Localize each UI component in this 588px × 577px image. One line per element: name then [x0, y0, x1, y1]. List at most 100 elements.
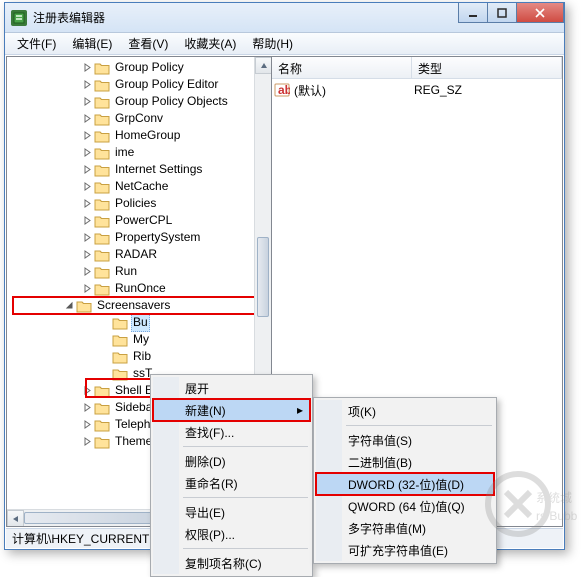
- expander-icon[interactable]: [81, 266, 93, 278]
- expander-icon[interactable]: [81, 164, 93, 176]
- tree-node-runonce[interactable]: RunOnce: [13, 280, 271, 297]
- menu-help[interactable]: 帮助(H): [244, 33, 301, 54]
- folder-icon: [94, 78, 110, 92]
- tree-node-policies[interactable]: Policies: [13, 195, 271, 212]
- tree-node-homegroup[interactable]: HomeGroup: [13, 127, 271, 144]
- expander-icon[interactable]: [81, 283, 93, 295]
- context-item-label: 多字符串值(M): [348, 520, 426, 537]
- expander-icon[interactable]: [81, 436, 93, 448]
- expander-icon[interactable]: [81, 181, 93, 193]
- titlebar[interactable]: 注册表编辑器: [5, 3, 564, 33]
- expander-icon[interactable]: [81, 198, 93, 210]
- context-item-label: 可扩充字符串值(E): [348, 542, 448, 559]
- context-item[interactable]: 可扩充字符串值(E): [316, 539, 494, 561]
- app-icon: [11, 10, 27, 26]
- expander-icon[interactable]: [81, 113, 93, 125]
- expander-icon[interactable]: [81, 147, 93, 159]
- expander-icon[interactable]: [81, 62, 93, 74]
- folder-icon: [94, 401, 110, 415]
- context-item[interactable]: DWORD (32-位)值(D): [316, 473, 494, 495]
- tree-node-ribbons[interactable]: Rib: [13, 348, 271, 365]
- expander-icon[interactable]: [81, 96, 93, 108]
- tree-node-grpconv[interactable]: GrpConv: [13, 110, 271, 127]
- tree-node-group-policy[interactable]: Group Policy: [13, 59, 271, 76]
- tree-node-internet-settings[interactable]: Internet Settings: [13, 161, 271, 178]
- context-item[interactable]: 重命名(R): [153, 472, 310, 494]
- expander-icon[interactable]: [99, 317, 111, 329]
- tree-node-label: RunOnce: [113, 280, 168, 297]
- svg-text:ab: ab: [278, 83, 290, 97]
- expander-icon[interactable]: [81, 232, 93, 244]
- expander-icon[interactable]: [81, 402, 93, 414]
- expander-icon[interactable]: [81, 385, 93, 397]
- context-item[interactable]: 字符串值(S): [316, 429, 494, 451]
- folder-icon: [94, 180, 110, 194]
- menu-file[interactable]: 文件(F): [9, 33, 64, 54]
- menu-edit[interactable]: 编辑(E): [64, 33, 120, 54]
- context-item[interactable]: 展开: [153, 377, 310, 399]
- tree-node-label: GrpConv: [113, 110, 165, 127]
- expander-icon[interactable]: [81, 419, 93, 431]
- context-item[interactable]: 项(K): [316, 400, 494, 422]
- context-item[interactable]: 二进制值(B): [316, 451, 494, 473]
- folder-icon: [94, 146, 110, 160]
- expander-icon[interactable]: [81, 130, 93, 142]
- context-item[interactable]: 复制项名称(C): [153, 552, 310, 574]
- col-type[interactable]: 类型: [412, 57, 562, 78]
- tree-node-label: My: [131, 331, 151, 348]
- col-name[interactable]: 名称: [272, 57, 412, 78]
- expander-icon[interactable]: [99, 351, 111, 363]
- folder-icon: [112, 367, 128, 381]
- context-item-label: 新建(N): [185, 402, 226, 419]
- tree-node-label: PowerCPL: [113, 212, 174, 229]
- tree-node-group-policy-objects[interactable]: Group Policy Objects: [13, 93, 271, 110]
- expander-icon[interactable]: [63, 300, 75, 312]
- folder-icon: [112, 333, 128, 347]
- tree-node-screensavers[interactable]: Screensavers: [13, 297, 271, 314]
- maximize-button[interactable]: [487, 3, 517, 23]
- context-item[interactable]: 权限(P)...: [153, 523, 310, 545]
- expander-icon[interactable]: [81, 215, 93, 227]
- window-title: 注册表编辑器: [33, 9, 459, 26]
- tree-node-label: Run: [113, 263, 139, 280]
- tree-node-label: PropertySystem: [113, 229, 202, 246]
- tree-node-group-policy-editor[interactable]: Group Policy Editor: [13, 76, 271, 93]
- folder-icon: [94, 435, 110, 449]
- tree-node-netcache[interactable]: NetCache: [13, 178, 271, 195]
- tree-node-label: Group Policy Editor: [113, 76, 220, 93]
- folder-icon: [94, 384, 110, 398]
- tree-node-run[interactable]: Run: [13, 263, 271, 280]
- tree-node-mystify[interactable]: My: [13, 331, 271, 348]
- context-item-label: 项(K): [348, 403, 376, 420]
- tree-node-bubbles[interactable]: Bu: [13, 314, 271, 331]
- folder-icon: [94, 112, 110, 126]
- folder-icon: [94, 129, 110, 143]
- expander-icon[interactable]: [81, 249, 93, 261]
- tree-node-propertysystem[interactable]: PropertySystem: [13, 229, 271, 246]
- tree-node-label: Rib: [131, 348, 153, 365]
- context-item[interactable]: 多字符串值(M): [316, 517, 494, 539]
- minimize-button[interactable]: [458, 3, 488, 23]
- tree-node-ime[interactable]: ime: [13, 144, 271, 161]
- context-menu-new: 项(K) 字符串值(S) 二进制值(B)DWORD (32-位)值(D)QWORD …: [313, 397, 497, 564]
- close-button[interactable]: [516, 3, 564, 23]
- expander-icon[interactable]: [81, 79, 93, 91]
- menu-view[interactable]: 查看(V): [120, 33, 176, 54]
- tree-node-label: NetCache: [113, 178, 170, 195]
- expander-icon[interactable]: [99, 368, 111, 380]
- context-separator: [183, 548, 308, 549]
- tree-node-radar[interactable]: RADAR: [13, 246, 271, 263]
- context-item[interactable]: 新建(N)▸: [153, 399, 310, 421]
- list-row[interactable]: ab (默认) REG_SZ: [274, 81, 560, 99]
- tree-node-label: Policies: [113, 195, 158, 212]
- menu-favorites[interactable]: 收藏夹(A): [176, 33, 244, 54]
- list-header[interactable]: 名称 类型: [272, 57, 562, 79]
- folder-icon: [94, 265, 110, 279]
- context-item-label: 字符串值(S): [348, 432, 412, 449]
- context-item[interactable]: QWORD (64 位)值(Q): [316, 495, 494, 517]
- context-item[interactable]: 删除(D): [153, 450, 310, 472]
- context-item[interactable]: 导出(E): [153, 501, 310, 523]
- tree-node-powercpl[interactable]: PowerCPL: [13, 212, 271, 229]
- expander-icon[interactable]: [99, 334, 111, 346]
- context-item[interactable]: 查找(F)...: [153, 421, 310, 443]
